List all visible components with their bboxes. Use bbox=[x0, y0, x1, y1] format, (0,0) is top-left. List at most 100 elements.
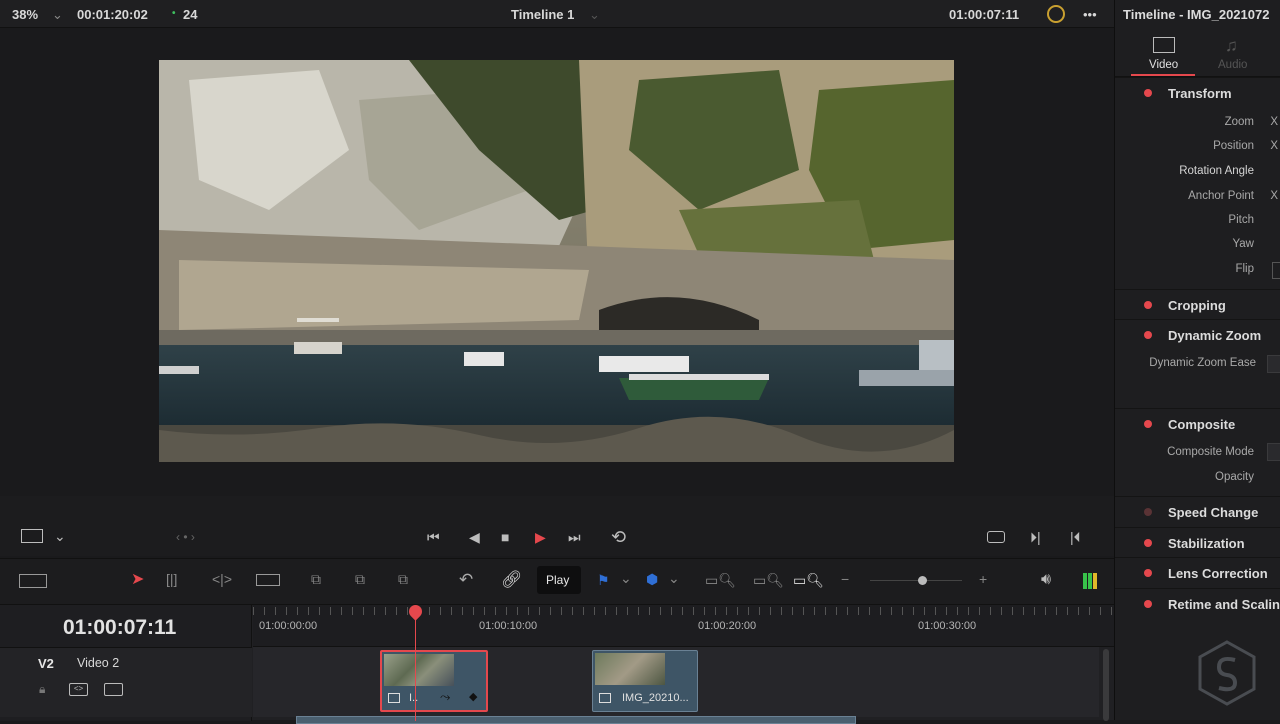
section-lens-correction[interactable]: Lens Correction bbox=[1115, 557, 1280, 587]
prev-edit-icon[interactable]: |⏴ bbox=[1070, 530, 1081, 544]
music-note-icon[interactable]: ♫ bbox=[1225, 36, 1238, 56]
volume-icon[interactable]: 🔊︎ bbox=[1041, 572, 1051, 588]
enable-toggle-icon[interactable] bbox=[1144, 301, 1152, 309]
ruler-label: 01:00:30:00 bbox=[918, 620, 977, 632]
enable-toggle-icon[interactable] bbox=[1144, 89, 1152, 97]
overwrite-clip-icon[interactable]: ⧉ bbox=[355, 572, 365, 586]
field-position-x[interactable]: X bbox=[1270, 140, 1278, 152]
composite-mode-select[interactable] bbox=[1267, 443, 1280, 461]
timeline-ruler[interactable]: 01:00:00:00 01:00:10:00 01:00:20:00 01:0… bbox=[253, 605, 1114, 647]
section-stabilization[interactable]: Stabilization bbox=[1115, 527, 1280, 557]
dynamic-trim-icon[interactable]: <|> bbox=[212, 572, 232, 586]
auto-select-icon[interactable]: <> bbox=[69, 683, 88, 696]
section-label: Cropping bbox=[1168, 298, 1226, 313]
jump-to-start-icon[interactable]: ⏮ bbox=[427, 530, 440, 544]
trim-tool-icon[interactable]: [|] bbox=[166, 572, 177, 586]
flag-icon[interactable]: ⚑ bbox=[597, 573, 610, 587]
dynamic-zoom-ease-select[interactable] bbox=[1267, 355, 1280, 373]
loop-icon[interactable]: ⟲ bbox=[611, 528, 626, 546]
replace-clip-icon[interactable]: ⧉ bbox=[398, 572, 408, 586]
field-composite-mode: Composite Mode bbox=[1167, 446, 1254, 458]
enable-toggle-icon[interactable] bbox=[1144, 569, 1152, 577]
audio-meter-icon[interactable] bbox=[1083, 573, 1097, 589]
record-timecode: 01:00:07:11 bbox=[949, 7, 1020, 22]
timeline-scrollbar[interactable] bbox=[1103, 649, 1109, 721]
color-wheel-icon[interactable] bbox=[1047, 5, 1065, 23]
timeline-view-options-icon[interactable] bbox=[19, 574, 47, 588]
zoom-detail-icon[interactable]: ▭🔍︎ bbox=[753, 573, 784, 587]
lock-icon[interactable]: 🔒︎ bbox=[39, 682, 45, 697]
stop-icon[interactable]: ■ bbox=[501, 530, 509, 544]
linked-selection-icon[interactable]: 🔗︎ bbox=[501, 571, 523, 588]
zoom-slider-handle[interactable] bbox=[918, 576, 927, 585]
match-frame-icon[interactable] bbox=[987, 531, 1005, 543]
flag-dropdown-icon[interactable]: ⌄ bbox=[620, 571, 632, 585]
zoom-full-icon[interactable]: ▭🔍︎ bbox=[705, 573, 736, 587]
section-speed-change[interactable]: Speed Change bbox=[1115, 496, 1280, 526]
zoom-slider-track[interactable] bbox=[870, 580, 962, 581]
zoom-in-icon[interactable]: + bbox=[979, 572, 987, 586]
zoom-out-icon[interactable]: − bbox=[841, 572, 849, 586]
reverse-play-icon[interactable]: ◀ bbox=[469, 530, 480, 544]
section-composite[interactable]: Composite bbox=[1115, 408, 1280, 438]
zoom-level[interactable]: 38% bbox=[12, 7, 38, 22]
tab-video[interactable]: Video bbox=[1149, 59, 1178, 71]
speed-curve-icon: ⤳ bbox=[440, 689, 451, 704]
field-zoom-x[interactable]: X bbox=[1270, 116, 1278, 128]
marker-icon[interactable]: ⬢ bbox=[646, 572, 658, 586]
timeline-clip-selected[interactable]: I.. ⤳ ◆ bbox=[380, 650, 488, 712]
selection-tool-icon[interactable]: ➤ bbox=[131, 572, 144, 588]
snapping-icon[interactable]: ↶ bbox=[459, 571, 473, 588]
blade-tool-icon[interactable] bbox=[256, 574, 280, 586]
zoom-dropdown-icon[interactable]: ⌄ bbox=[52, 7, 63, 23]
video-viewer[interactable] bbox=[0, 28, 1114, 514]
clip-count: 24 bbox=[183, 7, 198, 22]
enable-toggle-icon[interactable] bbox=[1144, 600, 1152, 608]
ruler-label: 01:00:20:00 bbox=[698, 620, 757, 632]
section-label: Transform bbox=[1168, 86, 1232, 101]
chevron-down-icon[interactable]: ⌄ bbox=[54, 529, 66, 543]
section-label: Composite bbox=[1168, 417, 1236, 432]
enable-toggle-icon[interactable] bbox=[1144, 331, 1152, 339]
section-label: Lens Correction bbox=[1168, 566, 1268, 581]
more-options-icon[interactable]: ••• bbox=[1083, 7, 1097, 22]
ruler-label: 01:00:00:00 bbox=[259, 620, 318, 632]
section-cropping[interactable]: Cropping bbox=[1115, 289, 1280, 319]
section-transform[interactable]: Transform bbox=[1115, 77, 1280, 107]
timeline-clip-v1[interactable] bbox=[296, 716, 856, 724]
enable-toggle-icon[interactable] bbox=[1144, 508, 1152, 516]
clip-thumbnail bbox=[384, 654, 454, 686]
play-tooltip-label: Play bbox=[546, 573, 570, 587]
field-yaw: Yaw bbox=[1232, 238, 1254, 250]
tab-audio[interactable]: Audio bbox=[1218, 59, 1247, 71]
marker-dropdown-icon[interactable]: ⌄ bbox=[668, 571, 680, 585]
field-anchor-point-x[interactable]: X bbox=[1270, 190, 1278, 202]
section-retime-scaling[interactable]: Retime and Scaling bbox=[1115, 588, 1280, 618]
jump-to-end-icon[interactable]: ⏭ bbox=[568, 530, 581, 544]
timeline-panel: 01:00:07:11 V2 Video 2 🔒︎ <> 01:00:00:00… bbox=[0, 602, 1114, 724]
field-flip: Flip bbox=[1235, 263, 1254, 275]
clip-label: I.. bbox=[409, 692, 419, 704]
film-icon[interactable] bbox=[1153, 37, 1175, 53]
track-header-v2: V2 Video 2 🔒︎ <> bbox=[0, 647, 252, 717]
play-icon[interactable]: ▶ bbox=[535, 530, 546, 544]
flip-button[interactable] bbox=[1272, 262, 1280, 279]
enable-toggle-icon[interactable] bbox=[1144, 420, 1152, 428]
field-opacity: Opacity bbox=[1215, 471, 1254, 483]
playhead-line[interactable] bbox=[415, 615, 416, 721]
timeline-dropdown-icon[interactable]: ⌄ bbox=[589, 7, 600, 23]
prev-clip-icon[interactable]: ‹ • › bbox=[176, 531, 195, 543]
track-visibility-icon[interactable] bbox=[104, 683, 123, 696]
zoom-custom-icon[interactable]: ▭🔍︎ bbox=[793, 573, 824, 587]
timeline-timecode[interactable]: 01:00:07:11 bbox=[63, 616, 176, 640]
next-edit-icon[interactable]: ⏵| bbox=[1030, 530, 1041, 544]
ruler-ticks bbox=[253, 607, 1114, 615]
insert-clip-icon[interactable]: ⧉ bbox=[311, 572, 321, 586]
timeline-clip[interactable]: IMG_20210... bbox=[592, 650, 698, 712]
track-name[interactable]: Video 2 bbox=[77, 656, 119, 670]
timeline-name[interactable]: Timeline 1 bbox=[511, 7, 574, 22]
section-label: Stabilization bbox=[1168, 536, 1245, 551]
section-dynamic-zoom[interactable]: Dynamic Zoom bbox=[1115, 319, 1280, 349]
safe-area-icon[interactable] bbox=[21, 529, 43, 543]
enable-toggle-icon[interactable] bbox=[1144, 539, 1152, 547]
